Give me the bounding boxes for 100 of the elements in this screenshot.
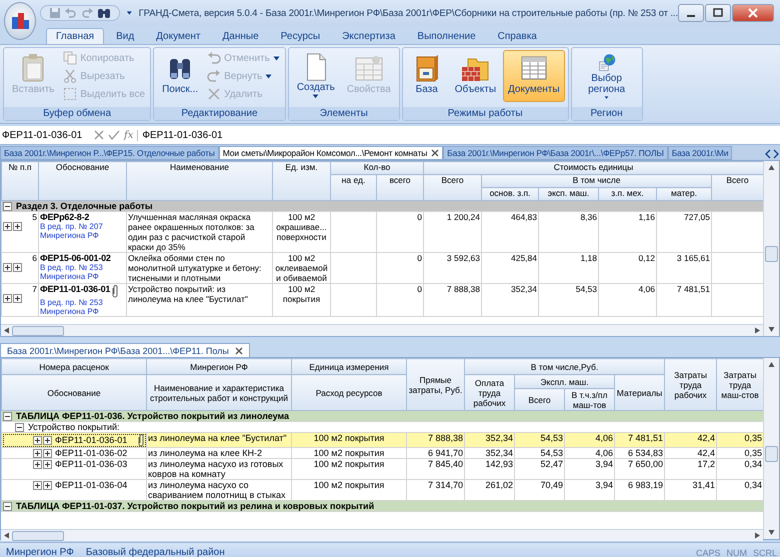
- ribbon-tab[interactable]: Экспертиза: [332, 28, 406, 44]
- horizontal-scrollbar[interactable]: [1, 529, 763, 541]
- column-header: Обоснование: [2, 374, 146, 410]
- expand-icon[interactable]: [13, 294, 22, 303]
- scroll-thumb[interactable]: [12, 326, 64, 336]
- table-cell: 1 200,24: [424, 212, 482, 252]
- table-cell: 17,2: [664, 458, 717, 480]
- close-icon[interactable]: [431, 149, 440, 157]
- expand-icon[interactable]: [3, 263, 12, 272]
- dropdown-arrow-icon: [265, 74, 272, 78]
- scroll-arrow-icon[interactable]: [3, 532, 10, 539]
- table-cell: 100 м2 покрытия: [292, 432, 406, 448]
- table-cell: 7 481,51: [656, 284, 712, 316]
- scroll-thumb[interactable]: [765, 246, 778, 262]
- name-box[interactable]: ФЕР11-01-036-01: [0, 130, 90, 140]
- column-header: Всего: [712, 174, 763, 200]
- ribbon-button[interactable]: Документы: [503, 50, 565, 102]
- table-cell: 7 481,51: [614, 432, 665, 448]
- table-cell: 100 м2 покрытия: [292, 458, 406, 480]
- table-window-icon: [354, 53, 384, 83]
- expand-icon[interactable]: [3, 294, 12, 303]
- scroll-arrow-icon[interactable]: [3, 327, 10, 334]
- column-header: Прямые затраты, Руб.: [406, 358, 464, 410]
- key-indicator: SCRL: [752, 548, 778, 557]
- table-cell: 4,06: [564, 448, 614, 458]
- ribbon-button[interactable]: Объекты: [450, 50, 502, 102]
- expand-icon[interactable]: [13, 222, 22, 231]
- close-icon[interactable]: [234, 346, 243, 354]
- expand-icon[interactable]: [33, 436, 42, 444]
- building-logo-icon: [10, 11, 30, 31]
- document-tab[interactable]: База 2001г.\Минрегион РФ\База 2001г\...\ФЕРр57. ПОЛЫ: [443, 146, 668, 160]
- application-button[interactable]: [4, 2, 36, 40]
- column-header: Минрегион РФ: [146, 358, 292, 374]
- ribbon-tab[interactable]: Главная: [46, 28, 104, 44]
- table-cell: 100 м2 оклеиваемой и обиваемой: [272, 252, 330, 284]
- paperclip-icon: [111, 284, 120, 298]
- column-header: Затраты труда рабочих: [664, 358, 717, 410]
- document-tab[interactable]: База 2001г.\Минрегион Р...\ФЕР15. Отделочные работы: [0, 146, 219, 160]
- group-title: ТАБЛИЦА ФЕР11-01-037. Устройство покрытий из релина и ковровых покрытий: [16, 502, 374, 510]
- expand-icon[interactable]: [3, 222, 12, 231]
- expand-icon[interactable]: [33, 448, 42, 458]
- column-header: № п.п: [2, 162, 38, 200]
- dropdown-arrow-icon: [603, 96, 610, 99]
- table-cell: 1,16: [598, 212, 656, 252]
- ribbon-tab[interactable]: Выполнение: [407, 28, 486, 44]
- collapse-toggle-icon[interactable]: [15, 422, 24, 432]
- document-tab[interactable]: База 2001г.\Ми: [668, 146, 732, 160]
- scroll-thumb[interactable]: [12, 530, 64, 540]
- table-group-row[interactable]: ТАБЛИЦА ФЕР11-01-037. Устройство покрытий из релина и ковровых покрытий: [2, 500, 763, 512]
- table-cell: 7 650,00: [614, 458, 665, 480]
- table-cell: 42,4: [664, 448, 717, 458]
- ribbon-tab[interactable]: Вид: [106, 28, 144, 44]
- table-cell: 1,18: [538, 252, 598, 284]
- expand-icon[interactable]: [43, 460, 52, 468]
- ribbon-button[interactable]: База: [406, 50, 448, 102]
- scroll-arrow-icon[interactable]: [768, 164, 775, 171]
- formula-field[interactable]: ФЕР11-01-036-01: [137, 130, 780, 140]
- ribbon-button[interactable]: Создать: [292, 50, 340, 102]
- expand-icon[interactable]: [43, 448, 52, 458]
- ribbon-tab[interactable]: Данные: [212, 28, 269, 44]
- ribbon-tab[interactable]: Документ: [146, 28, 211, 44]
- expand-icon[interactable]: [43, 480, 52, 490]
- column-header: Ед. изм.: [272, 162, 330, 200]
- key-indicator: CAPS: [694, 548, 722, 557]
- scroll-thumb[interactable]: [765, 446, 778, 462]
- edition-note: В ред. пр. № 253: [40, 298, 104, 307]
- document-tab[interactable]: Мои сметы\Микрорайон Комсомол...\Ремонт комнаты: [218, 146, 444, 160]
- tab-scroll-arrows-icon: [764, 148, 780, 160]
- collapse-toggle-icon[interactable]: [3, 502, 12, 510]
- column-header: эксп. маш.: [538, 188, 598, 200]
- table-cell: 352,34: [464, 432, 514, 448]
- expand-icon[interactable]: [43, 436, 52, 444]
- row-number: 5: [31, 212, 37, 222]
- column-header: Оплата труда рабочих: [464, 374, 514, 410]
- rate-code: ФЕР11-01-036-01: [40, 284, 110, 294]
- ribbon-button[interactable]: Поиск...: [157, 50, 204, 102]
- table-cell: Улучшенная масляная окраска ранее окрашенных потолков: за один раз с расчисткой старой краски до 35%: [126, 212, 272, 252]
- expand-icon[interactable]: [33, 480, 42, 490]
- horizontal-scrollbar[interactable]: [1, 324, 763, 336]
- table-group-row[interactable]: ТАБЛИЦА ФЕР11-01-036. Устройство покрытий из линолеума: [2, 410, 763, 422]
- ribbon-button[interactable]: Выбор региона: [574, 50, 639, 102]
- function-label[interactable]: fx: [124, 130, 134, 140]
- dropdown-arrow-icon: [126, 9, 133, 17]
- column-header: Наименование и характеристика строительных работ и конструкций: [146, 374, 292, 410]
- table-cell: 52,47: [514, 458, 564, 480]
- table-cell: Устройство покрытий: из линолеума на клее "Бустилат": [126, 284, 272, 316]
- expand-icon[interactable]: [13, 263, 22, 272]
- collapse-toggle-icon[interactable]: [3, 412, 12, 420]
- vertical-scrollbar[interactable]: [763, 358, 779, 539]
- collapse-toggle-icon[interactable]: [3, 202, 12, 210]
- vertical-scrollbar[interactable]: [763, 161, 779, 336]
- section-row[interactable]: Раздел 3. Отделочные работы: [2, 200, 763, 212]
- scroll-arrow-icon[interactable]: [768, 361, 775, 368]
- expand-icon[interactable]: [33, 460, 42, 468]
- ribbon-tab[interactable]: Ресурсы: [270, 28, 330, 44]
- table-cell: из линолеума на клее КН-2: [146, 448, 292, 458]
- document-tab[interactable]: База 2001г.\Минрегион РФ\База 2001...\ФЕР11. Полы: [0, 343, 250, 357]
- column-header: В том числе: [482, 174, 712, 188]
- ribbon-tab[interactable]: Справка: [488, 28, 547, 44]
- minimize-icon: [678, 4, 704, 22]
